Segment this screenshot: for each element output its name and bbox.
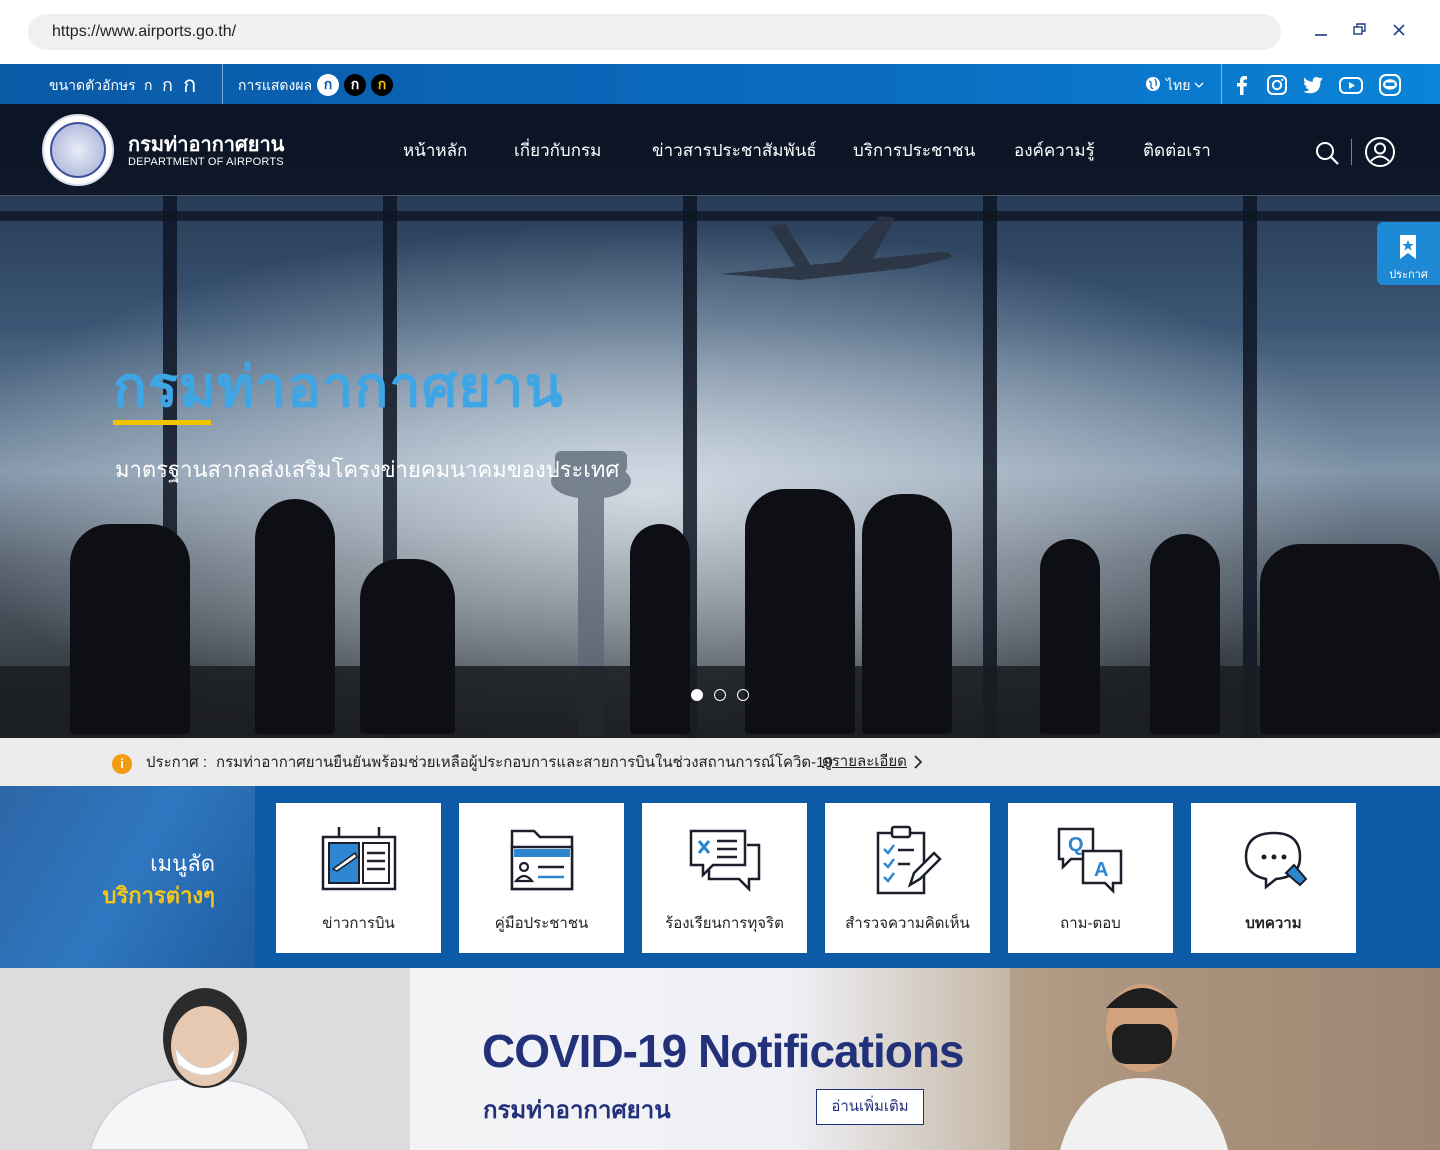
globe-icon[interactable] [1145,76,1161,97]
traveler-silhouette [1260,544,1440,734]
language-selector[interactable]: ไทย [1166,64,1190,106]
traveler-silhouette [745,489,855,734]
svg-text:A: A [1094,859,1108,881]
search-icon[interactable] [1314,140,1340,171]
qa-icon: Q A [1057,827,1123,895]
quick-card-label: บทความ [1245,915,1302,932]
notice-bar: i ประกาศ : กรมท่าอากาศยานยืนยันพร้อมช่วย… [0,738,1440,786]
hero-banner: กรมท่าอากาศยาน DEPARTMENT OF AIRPORTS หน… [0,104,1440,738]
article-chat-icon [1244,831,1308,890]
font-size-large[interactable]: ก [183,64,196,106]
flight-board-icon [321,827,397,891]
traveler-silhouette [862,494,952,734]
quick-card-corruption-complaint[interactable]: ร้องเรียนการทุจริต [642,803,807,953]
hero-subtitle: มาตรฐานสากลส่งเสริมโครงข่ายคมนาคมของประเ… [115,457,620,482]
quick-card-flight-news[interactable]: ข่าวการบิน [276,803,441,953]
department-seal-logo[interactable] [42,114,114,186]
quick-menu: เมนูลัด บริการต่างๆ ข่าวการบิน คู่มือประ… [0,786,1440,968]
instagram-icon[interactable] [1265,73,1289,97]
quick-card-label: ข่าวการบิน [322,915,395,932]
display-mode-dark[interactable]: ก [344,74,366,96]
quick-card-articles[interactable]: บทความ [1191,803,1356,953]
folder-id-icon [510,829,574,891]
announcement-side-tab[interactable]: ประกาศ [1377,222,1440,285]
svg-text:Q: Q [1068,834,1084,856]
traveler-silhouette [1040,539,1100,734]
divider [222,64,223,104]
nav-knowledge[interactable]: องค์ความรู้ [1014,137,1095,164]
display-label: การแสดงผล [238,77,313,93]
notice-label: ประกาศ : [146,754,207,771]
font-size-label: ขนาดตัวอักษร [49,77,136,93]
bookmark-star-icon [1400,235,1416,259]
line-icon[interactable] [1378,73,1402,97]
quick-card-qa[interactable]: Q A ถาม-ตอบ [1008,803,1173,953]
quick-menu-title: เมนูลัด [150,851,215,876]
browser-chrome: https://www.airports.go.th/ [0,0,1440,64]
logo-name-en[interactable]: DEPARTMENT OF AIRPORTS [128,156,284,168]
info-icon: i [112,754,132,774]
quick-menu-heading-panel: เมนูลัด บริการต่างๆ [0,786,255,968]
notice-details-link[interactable]: ดูรายละเอียด [822,738,907,786]
hero-accent-line [113,420,211,425]
quick-menu-subtitle: บริการต่างๆ [102,883,215,908]
close-icon[interactable] [1389,22,1409,42]
traveler-silhouette [1150,534,1220,734]
quick-card-label: ร้องเรียนการทุจริต [665,915,784,932]
youtube-icon[interactable] [1338,73,1363,97]
quick-card-citizen-manual[interactable]: คู่มือประชาชน [459,803,624,953]
announcement-tab-label: ประกาศ [1389,269,1428,281]
complaint-chat-icon [689,829,761,893]
chevron-right-icon[interactable] [912,754,924,775]
covid-banner[interactable]: COVID-19 Notifications กรมท่าอากาศยาน อ่… [0,968,1440,1150]
divider [1351,139,1352,165]
font-size-medium[interactable]: ก [162,64,173,106]
minimize-icon[interactable] [1311,22,1331,42]
notice-text[interactable]: กรมท่าอากาศยานยืนยันพร้อมช่วยเหลือผู้ประ… [216,738,833,788]
carousel-dot-3[interactable] [737,689,749,701]
covid-subtitle: กรมท่าอากาศยาน [483,1097,671,1124]
covid-title: COVID-19 Notifications [482,1025,965,1077]
traveler-silhouette [630,524,690,734]
restore-icon[interactable] [1350,22,1370,42]
traveler-silhouette [255,499,335,734]
carousel-dot-1[interactable] [691,689,703,701]
nav-services[interactable]: บริการประชาชน [853,137,975,164]
hero-title: กรมท่าอากาศยาน [113,355,564,418]
user-account-icon[interactable] [1364,136,1396,173]
nav-news[interactable]: ข่าวสารประชาสัมพันธ์ [652,137,817,164]
divider [1221,64,1222,104]
read-more-button[interactable]: อ่านเพิ่มเติม [816,1089,924,1125]
utility-bar: ขนาดตัวอักษร ก ก ก การแสดงผล ก ก ก ไทย [0,64,1440,104]
address-bar[interactable]: https://www.airports.go.th/ [28,14,1281,50]
nav-contact[interactable]: ติดต่อเรา [1143,137,1211,164]
font-size-small[interactable]: ก [144,64,152,106]
survey-clipboard-icon [876,825,942,895]
quick-card-opinion-survey[interactable]: สำรวจความคิดเห็น [825,803,990,953]
twitter-icon[interactable] [1301,73,1325,97]
carousel-dot-2[interactable] [714,689,726,701]
traveler-silhouette [70,524,190,734]
facebook-icon[interactable] [1230,73,1254,97]
quick-card-label: ถาม-ตอบ [1060,915,1121,932]
traveler-silhouette [360,559,455,734]
quick-card-label: สำรวจความคิดเห็น [845,915,970,932]
display-mode-normal[interactable]: ก [317,74,339,96]
display-mode-contrast[interactable]: ก [371,74,393,96]
main-navbar: กรมท่าอากาศยาน DEPARTMENT OF AIRPORTS หน… [0,104,1440,196]
nav-home[interactable]: หน้าหลัก [403,137,467,164]
chevron-down-icon [1193,78,1205,96]
quick-card-label: คู่มือประชาชน [494,915,589,932]
nav-about[interactable]: เกี่ยวกับกรม [514,137,601,164]
